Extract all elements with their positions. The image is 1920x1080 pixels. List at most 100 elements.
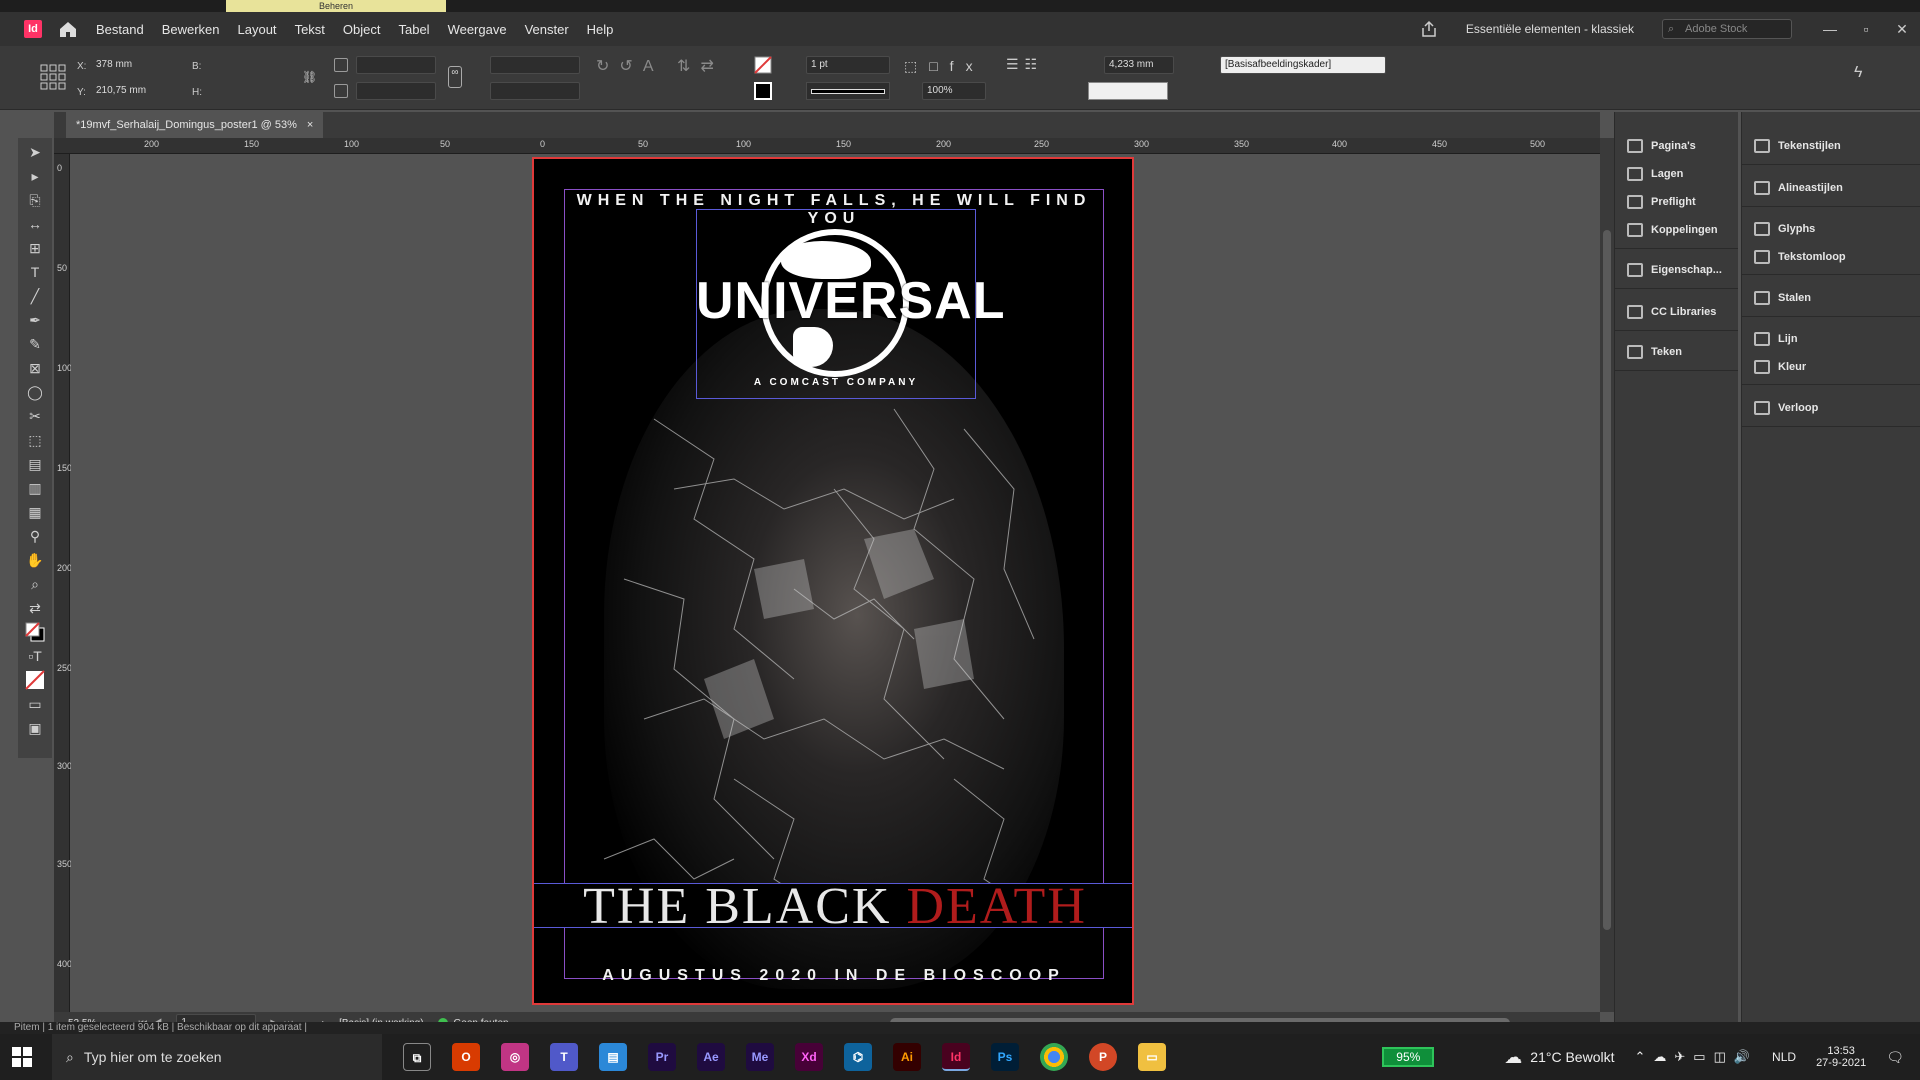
effects-icons[interactable]: ⬚□fx — [904, 58, 984, 75]
rotate-field[interactable] — [490, 56, 580, 74]
menu-layout[interactable]: Layout — [238, 22, 277, 37]
align-icons[interactable]: ☰☷ — [1006, 56, 1056, 73]
close-window-button[interactable]: ✕ — [1884, 21, 1920, 38]
weather-text[interactable]: 21°C Bewolkt — [1530, 1049, 1614, 1065]
panel-glyphs[interactable]: Glyphs — [1742, 215, 1920, 243]
xd-icon[interactable]: Xd — [795, 1043, 823, 1071]
gradient-tool-icon[interactable]: ▤ — [25, 454, 45, 474]
panel-stalen[interactable]: Stalen — [1742, 284, 1920, 312]
workspace-switcher[interactable]: Essentiële elementen - klassiek — [1466, 22, 1634, 36]
panel-tekstomloop[interactable]: Tekstomloop — [1742, 243, 1920, 271]
width-field[interactable] — [206, 57, 276, 75]
battery-indicator[interactable]: 95% — [1382, 1047, 1435, 1067]
chrome-icon[interactable] — [1040, 1043, 1068, 1071]
opacity-field[interactable]: 100% — [922, 82, 986, 100]
notification-icon[interactable]: 🗨 — [1886, 1049, 1904, 1066]
selection-tool-icon[interactable]: ➤ — [25, 142, 45, 162]
minimize-button[interactable]: — — [1812, 21, 1848, 37]
menu-tabel[interactable]: Tabel — [398, 22, 429, 37]
gradient-feather-tool-icon[interactable]: ▥ — [25, 478, 45, 498]
scale-x-icon[interactable] — [334, 58, 348, 72]
lightning-icon[interactable]: ϟ — [1854, 64, 1862, 82]
windows-start-icon[interactable] — [12, 1047, 32, 1067]
x-field[interactable]: 378 mm — [92, 57, 172, 75]
stroke-type-select[interactable] — [806, 82, 890, 100]
menu-help[interactable]: Help — [587, 22, 614, 37]
direct-selection-tool-icon[interactable]: ▸ — [25, 166, 45, 186]
transform-icons[interactable]: ↻↺A ⇅⇄ — [596, 56, 756, 100]
poster-page[interactable]: WHEN THE NIGHT FALLS, HE WILL FIND YOU U… — [532, 157, 1134, 1005]
office-icon[interactable]: O — [452, 1043, 480, 1071]
panel-lagen[interactable]: Lagen — [1615, 160, 1738, 188]
panel-eigenschappen[interactable]: Eigenschap... — [1615, 256, 1738, 284]
line-tool-icon[interactable]: ╱ — [25, 286, 45, 306]
release-date[interactable]: AUGUSTUS 2020 IN DE BIOSCOOP — [564, 967, 1104, 985]
after-effects-icon[interactable]: Ae — [697, 1043, 725, 1071]
vscode-icon[interactable]: ⌬ — [844, 1043, 872, 1071]
task-view-icon[interactable]: ⧉ — [403, 1043, 431, 1071]
menu-venster[interactable]: Venster — [525, 22, 569, 37]
fill-swatch[interactable] — [1088, 82, 1168, 100]
link-icon[interactable]: ∞ — [448, 66, 462, 88]
tray-icons[interactable]: ⌃☁✈▭◫🔊 — [1635, 1049, 1759, 1065]
poster-title[interactable]: THE BLACK DEATH — [534, 881, 1132, 933]
scale-x-field[interactable] — [356, 56, 436, 74]
vertical-scrollbar[interactable] — [1600, 138, 1614, 1012]
shear-field[interactable] — [490, 82, 580, 100]
media-encoder-icon[interactable]: Me — [746, 1043, 774, 1071]
gap-tool-icon[interactable]: ↔ — [25, 214, 45, 234]
share-icon[interactable] — [1420, 20, 1438, 38]
note-tool-icon[interactable]: ▦ — [25, 502, 45, 522]
reference-point-icon[interactable] — [40, 64, 66, 90]
language-indicator[interactable]: NLD — [1772, 1050, 1796, 1064]
constrain-icon[interactable]: ⛓ — [302, 70, 317, 84]
close-tab-icon[interactable]: × — [307, 112, 313, 138]
offset-field[interactable]: 4,233 mm — [1104, 56, 1174, 74]
menu-tekst[interactable]: Tekst — [295, 22, 325, 37]
pencil-tool-icon[interactable]: ✎ — [25, 334, 45, 354]
indesign-taskbar-icon[interactable]: Id — [942, 1043, 970, 1071]
powerpoint-icon[interactable]: P — [1089, 1043, 1117, 1071]
height-field[interactable] — [206, 83, 276, 101]
adobe-stock-search[interactable]: ⌕ Adobe Stock — [1662, 19, 1792, 39]
panel-teken[interactable]: Teken — [1615, 338, 1738, 366]
menu-weergave[interactable]: Weergave — [448, 22, 507, 37]
screen-mode-icon[interactable]: ▭ — [25, 694, 45, 714]
scroll-thumb[interactable] — [1603, 230, 1611, 930]
panel-koppelingen[interactable]: Koppelingen — [1615, 216, 1738, 244]
swap-fill-stroke-icon[interactable]: ⇄ — [25, 598, 45, 618]
eyedropper-tool-icon[interactable]: ⚲ — [25, 526, 45, 546]
type-tool-icon[interactable]: T — [25, 262, 45, 282]
premiere-icon[interactable]: Pr — [648, 1043, 676, 1071]
apply-none-icon[interactable] — [25, 670, 45, 690]
zoom-tool-icon[interactable]: ⌕ — [25, 574, 45, 594]
illustrator-icon[interactable]: Ai — [893, 1043, 921, 1071]
ribbon-tab[interactable]: Beheren — [226, 0, 446, 12]
menu-bestand[interactable]: Bestand — [96, 22, 144, 37]
panel-alineastijlen[interactable]: Alineastijlen — [1742, 174, 1920, 202]
panel-preflight[interactable]: Preflight — [1615, 188, 1738, 216]
fill-none-icon[interactable] — [754, 56, 772, 74]
document-tab[interactable]: *19mvf_Serhalaij_Domingus_poster1 @ 53% … — [66, 112, 324, 138]
content-collector-icon[interactable]: ⊞ — [25, 238, 45, 258]
notes-icon[interactable]: ▤ — [599, 1043, 627, 1071]
fill-stroke-icon[interactable] — [25, 622, 45, 642]
panel-verloop[interactable]: Verloop — [1742, 394, 1920, 422]
maximize-button[interactable]: ▫ — [1848, 21, 1884, 37]
scale-y-icon[interactable] — [334, 84, 348, 98]
panel-paginas[interactable]: Pagina's — [1615, 132, 1738, 160]
menu-bewerken[interactable]: Bewerken — [162, 22, 220, 37]
panel-kleur[interactable]: Kleur — [1742, 353, 1920, 381]
clock[interactable]: 13:53 27-9-2021 — [1816, 1045, 1866, 1069]
ellipse-tool-icon[interactable]: ◯ — [25, 382, 45, 402]
stroke-weight-field[interactable]: 1 pt — [806, 56, 890, 74]
file-explorer-icon[interactable]: ▭ — [1138, 1043, 1166, 1071]
scissors-tool-icon[interactable]: ✂ — [25, 406, 45, 426]
hand-tool-icon[interactable]: ✋ — [25, 550, 45, 570]
object-style-select[interactable]: [Basisafbeeldingskader] — [1220, 56, 1386, 74]
y-field[interactable]: 210,75 mm — [92, 83, 172, 101]
free-transform-tool-icon[interactable]: ⬚ — [25, 430, 45, 450]
home-icon[interactable] — [58, 20, 78, 38]
taskbar-search[interactable]: ⌕ Typ hier om te zoeken — [52, 1034, 382, 1080]
photoshop-icon[interactable]: Ps — [991, 1043, 1019, 1071]
